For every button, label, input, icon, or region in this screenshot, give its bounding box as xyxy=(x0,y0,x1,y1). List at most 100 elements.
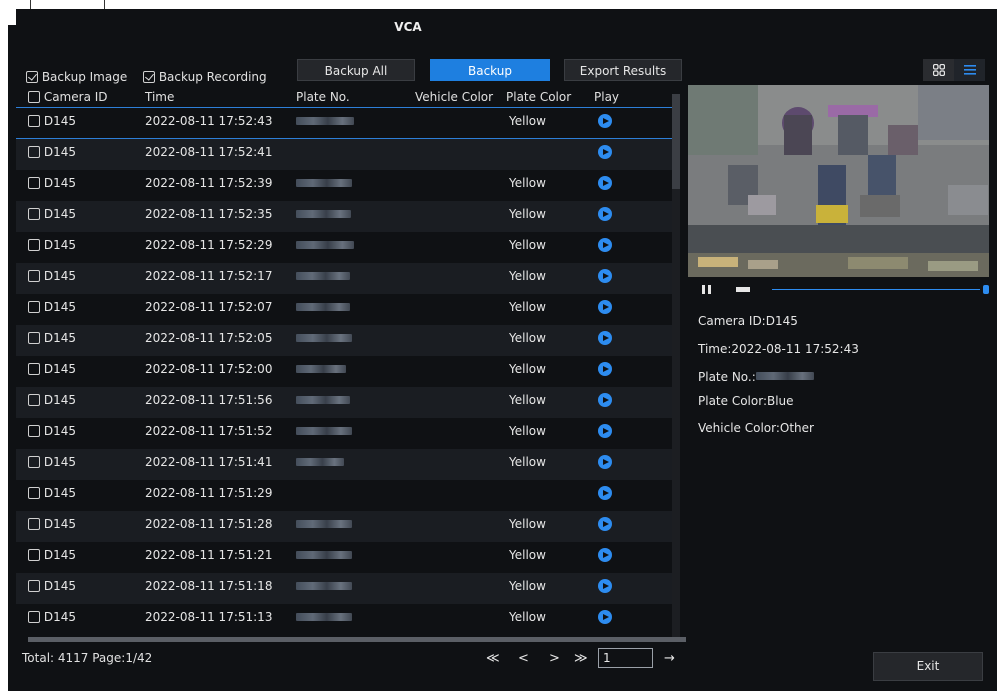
table-row[interactable]: D145 2022-08-11 17:51:21 Yellow xyxy=(16,542,678,573)
table-row[interactable]: D145 2022-08-11 17:51:41 Yellow xyxy=(16,449,678,480)
play-icon[interactable] xyxy=(598,424,612,438)
row-checkbox[interactable] xyxy=(28,518,40,530)
checkbox-icon[interactable] xyxy=(26,71,38,83)
table-row[interactable]: D145 2022-08-11 17:51:29 xyxy=(16,480,678,511)
cell-camera-id[interactable]: D145 xyxy=(28,511,76,538)
backup-recording-checkbox[interactable]: Backup Recording xyxy=(143,70,267,84)
play-icon[interactable] xyxy=(598,207,612,221)
cell-camera-id[interactable]: D145 xyxy=(28,170,76,197)
play-icon[interactable] xyxy=(598,331,612,345)
camera-id-text: D145 xyxy=(43,238,76,252)
next-page-button[interactable]: > xyxy=(549,651,560,666)
play-icon[interactable] xyxy=(598,362,612,376)
vertical-scrollbar[interactable] xyxy=(672,94,680,640)
playback-progress-handle[interactable] xyxy=(983,285,989,294)
play-icon[interactable] xyxy=(598,145,612,159)
backup-image-checkbox[interactable]: Backup Image xyxy=(26,70,127,84)
row-checkbox[interactable] xyxy=(28,549,40,561)
exit-button[interactable]: Exit xyxy=(873,652,983,681)
table-row[interactable]: D145 2022-08-11 17:52:39 Yellow xyxy=(16,170,678,201)
cell-camera-id[interactable]: D145 xyxy=(28,480,76,507)
row-checkbox[interactable] xyxy=(28,363,40,375)
cell-camera-id[interactable]: D145 xyxy=(28,263,76,290)
table-row[interactable]: D145 2022-08-11 17:52:05 Yellow xyxy=(16,325,678,356)
checkbox-icon[interactable] xyxy=(143,71,155,83)
row-checkbox[interactable] xyxy=(28,456,40,468)
play-icon[interactable] xyxy=(598,610,612,624)
detail-time: Time:2022-08-11 17:52:43 xyxy=(698,342,859,356)
page-number-input[interactable]: 1 xyxy=(598,648,653,668)
cell-camera-id[interactable]: D145 xyxy=(28,604,76,631)
row-checkbox[interactable] xyxy=(28,270,40,282)
header-camera-id-label: Camera ID xyxy=(43,90,108,104)
row-checkbox[interactable] xyxy=(28,332,40,344)
play-icon[interactable] xyxy=(598,176,612,190)
play-icon[interactable] xyxy=(598,393,612,407)
table-row[interactable]: D145 2022-08-11 17:51:52 Yellow xyxy=(16,418,678,449)
table-row[interactable]: D145 2022-08-11 17:51:13 Yellow xyxy=(16,604,678,635)
row-checkbox[interactable] xyxy=(28,425,40,437)
play-icon[interactable] xyxy=(598,238,612,252)
table-row[interactable]: D145 2022-08-11 17:51:56 Yellow xyxy=(16,387,678,418)
table-row[interactable]: D145 2022-08-11 17:52:07 Yellow xyxy=(16,294,678,325)
table-row[interactable]: D145 2022-08-11 17:52:29 Yellow xyxy=(16,232,678,263)
cell-camera-id[interactable]: D145 xyxy=(28,201,76,228)
select-all-checkbox[interactable] xyxy=(28,91,40,103)
cell-camera-id[interactable]: D145 xyxy=(28,542,76,569)
row-checkbox[interactable] xyxy=(28,394,40,406)
playback-progress-track[interactable] xyxy=(772,289,980,290)
row-checkbox[interactable] xyxy=(28,239,40,251)
cell-camera-id[interactable]: D145 xyxy=(28,325,76,352)
row-checkbox[interactable] xyxy=(28,487,40,499)
cell-camera-id[interactable]: D145 xyxy=(28,418,76,445)
row-checkbox[interactable] xyxy=(28,146,40,158)
scroll-thumb[interactable] xyxy=(672,94,680,189)
camera-id-text: D145 xyxy=(43,176,76,190)
table-row[interactable]: D145 2022-08-11 17:52:41 xyxy=(16,139,678,170)
cell-camera-id[interactable]: D145 xyxy=(28,108,76,135)
table-row[interactable]: D145 2022-08-11 17:51:28 Yellow xyxy=(16,511,678,542)
play-icon[interactable] xyxy=(598,517,612,531)
row-checkbox[interactable] xyxy=(28,208,40,220)
last-page-button[interactable]: ≫ xyxy=(574,651,588,666)
play-icon[interactable] xyxy=(598,114,612,128)
row-checkbox[interactable] xyxy=(28,177,40,189)
cell-plate-color: Yellow xyxy=(509,207,546,221)
table-row[interactable]: D145 2022-08-11 17:52:35 Yellow xyxy=(16,201,678,232)
row-checkbox[interactable] xyxy=(28,301,40,313)
cell-camera-id[interactable]: D145 xyxy=(28,294,76,321)
cell-camera-id[interactable]: D145 xyxy=(28,449,76,476)
row-checkbox[interactable] xyxy=(28,580,40,592)
row-checkbox[interactable] xyxy=(28,611,40,623)
cell-time: 2022-08-11 17:52:05 xyxy=(145,331,273,345)
cell-camera-id[interactable]: D145 xyxy=(28,139,76,166)
prev-page-button[interactable]: < xyxy=(518,651,529,666)
table-row[interactable]: D145 2022-08-11 17:51:18 Yellow xyxy=(16,573,678,604)
table-row[interactable]: D145 2022-08-11 17:52:00 Yellow xyxy=(16,356,678,387)
grid-icon xyxy=(932,64,945,76)
horizontal-scrollbar[interactable] xyxy=(28,637,686,642)
stop-icon[interactable] xyxy=(736,287,750,292)
row-checkbox[interactable] xyxy=(28,115,40,127)
cell-camera-id[interactable]: D145 xyxy=(28,573,76,600)
table-row[interactable]: D145 2022-08-11 17:52:43 Yellow xyxy=(16,108,678,139)
play-icon[interactable] xyxy=(598,579,612,593)
header-camera-id[interactable]: Camera ID xyxy=(28,90,108,104)
pause-icon[interactable] xyxy=(702,285,705,294)
first-page-button[interactable]: ≪ xyxy=(486,651,500,666)
play-icon[interactable] xyxy=(598,548,612,562)
play-icon[interactable] xyxy=(598,269,612,283)
cell-camera-id[interactable]: D145 xyxy=(28,232,76,259)
list-view-button[interactable] xyxy=(954,59,985,81)
play-icon[interactable] xyxy=(598,486,612,500)
export-results-button[interactable]: Export Results xyxy=(564,59,682,81)
table-row[interactable]: D145 2022-08-11 17:52:17 Yellow xyxy=(16,263,678,294)
play-icon[interactable] xyxy=(598,455,612,469)
cell-camera-id[interactable]: D145 xyxy=(28,387,76,414)
backup-all-button[interactable]: Backup All xyxy=(297,59,415,81)
cell-camera-id[interactable]: D145 xyxy=(28,356,76,383)
grid-view-button[interactable] xyxy=(923,59,954,81)
play-icon[interactable] xyxy=(598,300,612,314)
backup-button[interactable]: Backup xyxy=(430,59,550,81)
go-page-button[interactable]: → xyxy=(664,651,675,666)
